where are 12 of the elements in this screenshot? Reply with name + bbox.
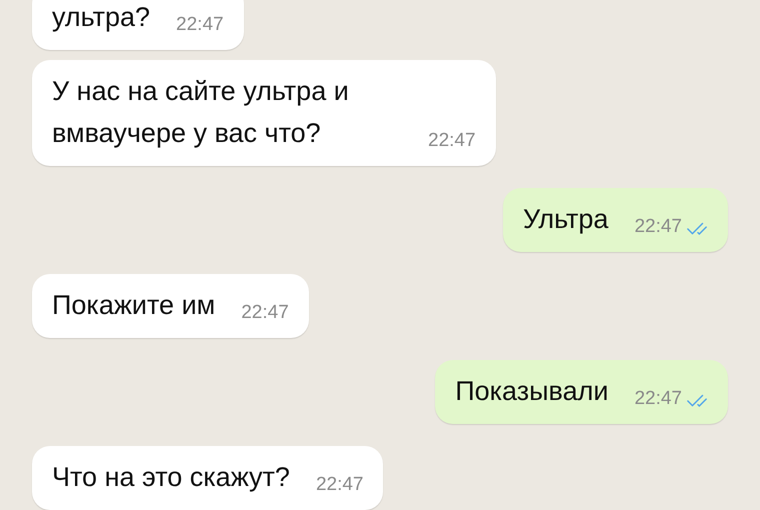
message-time: 22:47 — [241, 302, 289, 324]
message-time: 22:47 — [634, 216, 682, 238]
message-time: 22:47 — [316, 474, 364, 496]
message-text: У нас на сайте ультра и вмваучере у вас что? — [52, 75, 350, 150]
message-text: ультра? — [52, 1, 150, 34]
message-time: 22:47 — [428, 130, 476, 152]
message-text: Ультра — [522, 203, 608, 236]
message-time: 22:47 — [176, 14, 224, 36]
message-time: 22:47 — [634, 388, 682, 410]
message-text: Покажите им — [52, 289, 216, 322]
message-text: Что на это скажут? — [52, 461, 290, 494]
message-text: Показывали — [455, 375, 608, 408]
